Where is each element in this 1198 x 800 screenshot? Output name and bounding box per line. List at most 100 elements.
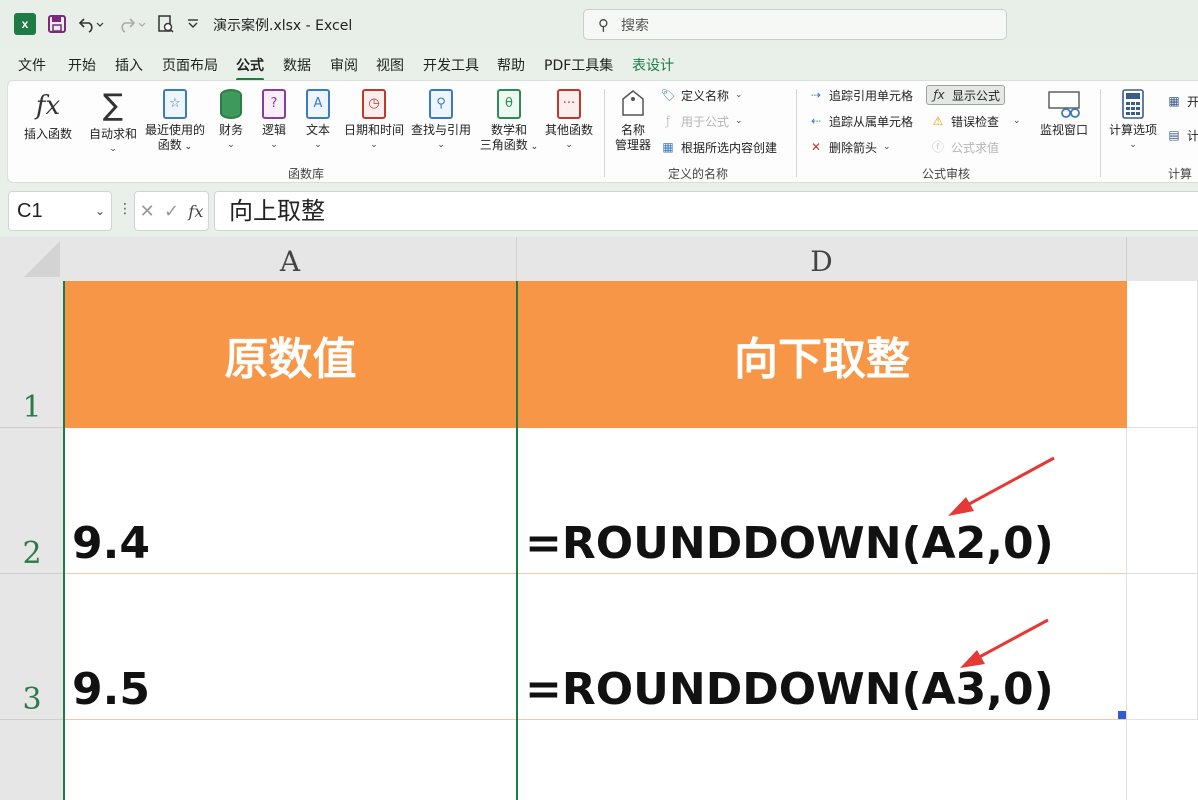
- customize-toolbar-icon[interactable]: [184, 13, 202, 35]
- evaluate-formula-label: 公式求值: [951, 140, 1000, 155]
- tab-help[interactable]: 帮助: [497, 55, 525, 77]
- more-functions-label: 其他函数: [544, 123, 593, 137]
- tab-view[interactable]: 视图: [376, 55, 404, 77]
- sheet-calc-icon: ▤: [1168, 128, 1180, 142]
- insert-function-label: 插入函数: [23, 127, 72, 141]
- glasses-icon: [1047, 89, 1081, 119]
- math-label-line2: 三角函数: [479, 138, 528, 152]
- create-from-selection-button[interactable]: ▦ 根据所选内容创建: [660, 137, 777, 157]
- document-title: 演示案例.xlsx - Excel: [213, 18, 353, 34]
- calc-options-button[interactable]: 计算选项 ⌄: [1104, 89, 1162, 153]
- logical-label: 逻辑: [261, 123, 286, 137]
- trace-precedents-button[interactable]: ⇢ 追踪引用单元格: [808, 85, 913, 105]
- search-icon: ⚲: [598, 15, 609, 34]
- group-label-calculation: 计算: [1168, 167, 1193, 181]
- create-from-selection-label: 根据所选内容创建: [681, 140, 778, 155]
- group-separator: [1100, 89, 1101, 177]
- tab-review[interactable]: 审阅: [330, 55, 358, 77]
- chevron-down-icon: ⌄: [527, 142, 539, 152]
- grid-icon: ▦: [662, 140, 674, 154]
- cancel-icon[interactable]: ✕: [140, 201, 155, 222]
- tab-table-design[interactable]: 表设计: [632, 55, 674, 77]
- formula-bar-grip-icon[interactable]: ⋮: [118, 201, 132, 217]
- arrow-icon: [960, 618, 1049, 668]
- error-checking-label: 错误检查: [951, 114, 1000, 129]
- trace-dependents-icon: ⇠: [810, 114, 822, 128]
- datetime-label: 日期和时间: [343, 123, 404, 137]
- chevron-down-icon: ⌄: [227, 140, 235, 150]
- chevron-down-icon: ⌄: [883, 142, 891, 152]
- star-icon: ☆: [163, 89, 187, 119]
- fx-icon: fx: [35, 91, 61, 121]
- show-formulas-button[interactable]: ƒx 显示公式: [926, 85, 1006, 105]
- enter-icon[interactable]: ✓: [164, 201, 179, 222]
- calc-now-button[interactable]: ▦ 开: [1166, 91, 1198, 111]
- define-name-label: 定义名称: [681, 88, 730, 103]
- arrow-icon: [948, 456, 1055, 516]
- lookup-label: 查找与引用: [410, 123, 471, 137]
- undo-icon[interactable]: [76, 13, 106, 35]
- name-manager-line2: 管理器: [614, 138, 651, 152]
- financial-icon: [220, 89, 242, 119]
- formula-buttons: ✕ ✓ fx: [134, 191, 209, 231]
- tab-insert[interactable]: 插入: [115, 55, 143, 77]
- tab-pdf-tools[interactable]: PDF工具集: [544, 55, 613, 77]
- save-icon[interactable]: [46, 13, 68, 35]
- tab-formulas[interactable]: 公式: [236, 55, 264, 81]
- remove-arrows-button[interactable]: ✕ 删除箭头 ⌄: [808, 137, 891, 157]
- show-formulas-icon: ƒx: [933, 88, 945, 102]
- use-in-formula-button[interactable]: ƒ 用于公式 ⌄: [660, 111, 743, 131]
- title-bar: x 演示案例.xlsx - Excel ⚲ 搜索: [0, 0, 1198, 48]
- define-name-button[interactable]: 🏷 定义名称 ⌄: [660, 85, 743, 105]
- math-trig-button[interactable]: θ 数学和 三角函数 ⌄: [476, 89, 542, 155]
- tab-page-layout[interactable]: 页面布局: [162, 55, 218, 77]
- tab-home[interactable]: 开始: [68, 55, 96, 77]
- formula-input[interactable]: 向上取整: [214, 191, 1198, 231]
- chevron-down-icon: ⌄: [565, 140, 573, 150]
- tab-file[interactable]: 文件: [18, 55, 46, 77]
- group-label-function-library: 函数库: [288, 167, 325, 181]
- error-checking-button[interactable]: ⚠ 错误检查 ⌄: [930, 111, 1021, 131]
- lookup-button[interactable]: ⚲ 查找与引用 ⌄: [408, 89, 474, 153]
- autosum-button[interactable]: ∑ 自动求和 ⌄: [86, 89, 140, 157]
- more-functions-button[interactable]: ··· 其他函数 ⌄: [542, 89, 596, 153]
- annotation-arrows: [948, 456, 1055, 668]
- calculator-small-icon: ▦: [1168, 94, 1180, 108]
- evaluate-formula-button[interactable]: ⓕ 公式求值: [930, 137, 999, 157]
- excel-logo-icon: x: [14, 13, 36, 35]
- chevron-down-icon: ⌄: [735, 90, 743, 100]
- chevron-down-icon: ⌄: [1013, 116, 1021, 126]
- evaluate-icon: ⓕ: [931, 140, 944, 154]
- recently-used-button[interactable]: ☆ 最近使用的 函数 ⌄: [142, 89, 208, 155]
- use-in-formula-label: 用于公式: [681, 114, 730, 129]
- name-box[interactable]: C1 ⌄: [8, 191, 112, 231]
- chevron-down-icon: ⌄: [1129, 140, 1137, 150]
- trace-precedents-icon: ⇢: [810, 88, 822, 102]
- calc-sheet-label: 计: [1187, 128, 1198, 143]
- worksheet-grid[interactable]: A D 1 2 3 原数值 向下取整 9.4 =ROUNDDOWN(A2,0) …: [0, 237, 1198, 800]
- tab-data[interactable]: 数据: [283, 55, 311, 77]
- trace-precedents-label: 追踪引用单元格: [829, 88, 914, 103]
- tab-developer[interactable]: 开发工具: [423, 55, 479, 77]
- logical-button[interactable]: ? 逻辑 ⌄: [256, 89, 292, 153]
- datetime-button[interactable]: ◷ 日期和时间 ⌄: [342, 89, 406, 153]
- insert-function-button[interactable]: fx 插入函数: [16, 89, 80, 142]
- magnifier-icon: ⚲: [429, 89, 453, 119]
- trace-dependents-button[interactable]: ⇠ 追踪从属单元格: [808, 111, 913, 131]
- redo-icon[interactable]: [114, 13, 148, 35]
- formula-bar: C1 ⌄ ⋮ ✕ ✓ fx 向上取整: [0, 187, 1198, 235]
- search-input[interactable]: ⚲ 搜索: [583, 9, 1007, 40]
- ribbon: fx 插入函数 ∑ 自动求和 ⌄ ☆ 最近使用的 函数 ⌄ 财务 ⌄ ? 逻辑 …: [7, 80, 1198, 183]
- calc-sheet-button[interactable]: ▤ 计: [1166, 125, 1198, 145]
- watch-window-label: 监视窗口: [1039, 123, 1088, 137]
- text-button[interactable]: A 文本 ⌄: [300, 89, 336, 153]
- question-icon: ?: [262, 89, 286, 119]
- financial-button[interactable]: 财务 ⌄: [212, 89, 250, 153]
- financial-label: 财务: [218, 123, 243, 137]
- print-preview-icon[interactable]: [156, 13, 176, 35]
- name-manager-button[interactable]: 名称 管理器: [610, 89, 656, 153]
- fx-icon[interactable]: fx: [188, 202, 203, 221]
- watch-window-button[interactable]: 监视窗口: [1036, 89, 1092, 138]
- chevron-down-icon[interactable]: ⌄: [95, 192, 105, 230]
- calc-now-label: 开: [1187, 94, 1198, 109]
